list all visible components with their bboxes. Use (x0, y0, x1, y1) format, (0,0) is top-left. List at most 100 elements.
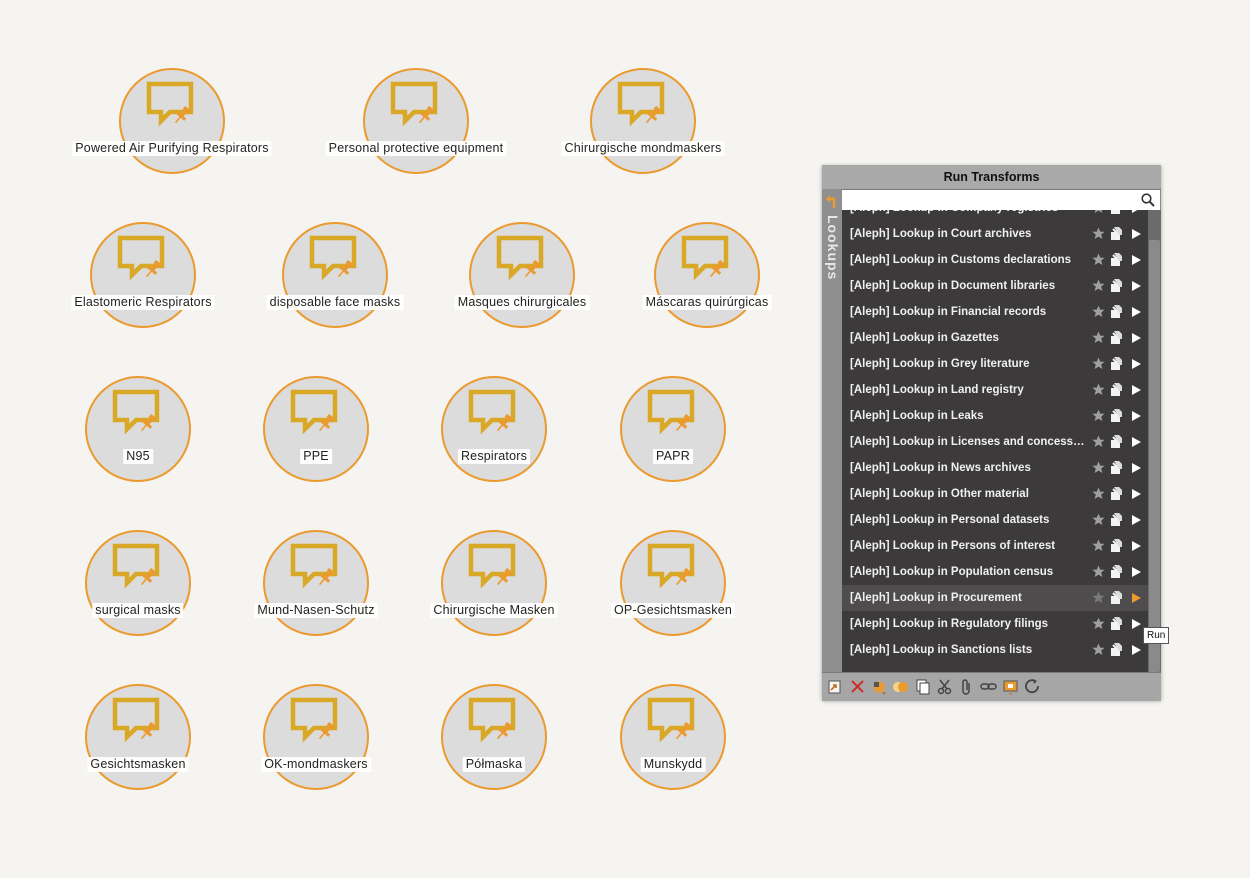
node-label[interactable]: Respirators (457, 449, 531, 464)
run-icon[interactable] (1132, 385, 1141, 395)
delete-icon[interactable] (849, 678, 866, 695)
node-label[interactable]: surgical masks (92, 603, 184, 618)
transform-label[interactable]: [Aleph] Lookup in News archives (850, 455, 1086, 481)
graph-node[interactable]: Personal protective equipment (325, 68, 507, 174)
transform-item[interactable]: [Aleph] Lookup in Customs declarations (842, 247, 1148, 273)
scrollbar[interactable] (1148, 210, 1161, 672)
link-icon[interactable] (980, 678, 997, 695)
transform-settings-icon[interactable] (1110, 252, 1124, 267)
transform-label[interactable]: [Aleph] Lookup in Company registries (850, 210, 1086, 221)
transform-label[interactable]: [Aleph] Lookup in Licenses and concessio… (850, 429, 1086, 455)
merge-icon[interactable] (892, 678, 909, 695)
transform-settings-icon[interactable] (1110, 512, 1124, 527)
attach-icon[interactable] (958, 678, 975, 695)
graph-node[interactable]: Máscaras quirúrgicas (642, 222, 772, 328)
star-icon[interactable] (1092, 539, 1105, 552)
graph-node[interactable]: Powered Air Purifying Respirators (72, 68, 272, 174)
transform-item[interactable]: [Aleph] Lookup in Licenses and concessio… (842, 429, 1148, 455)
transform-settings-icon[interactable] (1110, 382, 1124, 397)
refresh-icon[interactable] (1024, 678, 1041, 695)
transform-settings-icon[interactable] (1110, 226, 1124, 241)
transform-label[interactable]: [Aleph] Lookup in Sanctions lists (850, 637, 1086, 663)
graph-node[interactable]: PAPR (620, 376, 726, 482)
transform-item[interactable]: [Aleph] Lookup in Gazettes (842, 325, 1148, 351)
run-icon[interactable] (1132, 593, 1141, 603)
node-label[interactable]: Elastomeric Respirators (71, 295, 215, 310)
transform-settings-icon[interactable] (1110, 642, 1124, 657)
transform-item[interactable]: [Aleph] Lookup in Other material (842, 481, 1148, 507)
transform-label[interactable]: [Aleph] Lookup in Leaks (850, 403, 1086, 429)
transform-item[interactable]: [Aleph] Lookup in Personal datasets (842, 507, 1148, 533)
graph-node[interactable]: Chirurgische mondmaskers (561, 68, 725, 174)
cut-icon[interactable] (936, 678, 953, 695)
run-icon[interactable] (1132, 307, 1141, 317)
graph-node[interactable]: N95 (85, 376, 191, 482)
graph-node[interactable]: Elastomeric Respirators (71, 222, 215, 328)
transform-settings-icon[interactable] (1110, 304, 1124, 319)
lookups-side-tab[interactable]: Lookups (822, 189, 842, 672)
node-label[interactable]: Chirurgische Masken (430, 603, 558, 618)
transform-item[interactable]: [Aleph] Lookup in Sanctions lists (842, 637, 1148, 663)
transform-label[interactable]: [Aleph] Lookup in Grey literature (850, 351, 1086, 377)
run-icon[interactable] (1132, 619, 1141, 629)
transform-label[interactable]: [Aleph] Lookup in Gazettes (850, 325, 1086, 351)
transform-item[interactable]: [Aleph] Lookup in Regulatory filings (842, 611, 1148, 637)
search-input[interactable] (842, 190, 1144, 210)
graph-node[interactable]: OK-mondmaskers (261, 684, 371, 790)
star-icon[interactable] (1092, 461, 1105, 474)
transform-label[interactable]: [Aleph] Lookup in Land registry (850, 377, 1086, 403)
node-label[interactable]: Personal protective equipment (325, 141, 507, 156)
run-icon[interactable] (1132, 229, 1141, 239)
run-icon[interactable] (1132, 255, 1141, 265)
transform-settings-icon[interactable] (1110, 434, 1124, 449)
star-icon[interactable] (1092, 617, 1105, 630)
run-icon[interactable] (1132, 359, 1141, 369)
transform-label[interactable]: [Aleph] Lookup in Court archives (850, 221, 1086, 247)
transform-label[interactable]: [Aleph] Lookup in Customs declarations (850, 247, 1086, 273)
star-icon[interactable] (1092, 565, 1105, 578)
transform-item[interactable]: [Aleph] Lookup in News archives (842, 455, 1148, 481)
transform-settings-icon[interactable] (1110, 356, 1124, 371)
transform-settings-icon[interactable] (1110, 278, 1124, 293)
node-label[interactable]: Munskydd (640, 757, 706, 772)
run-icon[interactable] (1132, 515, 1141, 525)
run-icon[interactable] (1132, 281, 1141, 291)
transform-label[interactable]: [Aleph] Lookup in Regulatory filings (850, 611, 1086, 637)
graph-node[interactable]: disposable face masks (266, 222, 404, 328)
node-label[interactable]: PPE (300, 449, 332, 464)
color-icon[interactable] (870, 678, 887, 695)
node-label[interactable]: N95 (123, 449, 153, 464)
run-icon[interactable] (1132, 210, 1141, 213)
transform-item[interactable]: [Aleph] Lookup in Court archives (842, 221, 1148, 247)
star-icon[interactable] (1092, 435, 1105, 448)
transform-settings-icon[interactable] (1110, 564, 1124, 579)
transform-item[interactable]: [Aleph] Lookup in Document libraries (842, 273, 1148, 299)
transform-settings-icon[interactable] (1110, 616, 1124, 631)
run-icon[interactable] (1132, 489, 1141, 499)
star-icon[interactable] (1092, 279, 1105, 292)
transform-settings-icon[interactable] (1110, 486, 1124, 501)
graph-node[interactable]: Półmaska (441, 684, 547, 790)
graph-node[interactable]: Mund-Nasen-Schutz (254, 530, 378, 636)
transform-item[interactable]: [Aleph] Lookup in Company registries (842, 210, 1148, 221)
graph-node[interactable]: surgical masks (85, 530, 191, 636)
run-icon[interactable] (1132, 333, 1141, 343)
run-icon[interactable] (1132, 541, 1141, 551)
export-icon[interactable] (826, 678, 843, 695)
star-icon[interactable] (1092, 591, 1105, 604)
transform-item[interactable]: [Aleph] Lookup in Leaks (842, 403, 1148, 429)
node-label[interactable]: PAPR (653, 449, 693, 464)
star-icon[interactable] (1092, 253, 1105, 266)
node-label[interactable]: Chirurgische mondmaskers (561, 141, 725, 156)
transform-label[interactable]: [Aleph] Lookup in Procurement (850, 585, 1086, 611)
transform-label[interactable]: [Aleph] Lookup in Personal datasets (850, 507, 1086, 533)
graph-node[interactable]: Masques chirurgicales (454, 222, 590, 328)
graph-node[interactable]: OP-Gesichtsmasken (610, 530, 736, 636)
transform-label[interactable]: [Aleph] Lookup in Persons of interest (850, 533, 1086, 559)
transform-item[interactable]: [Aleph] Lookup in Financial records (842, 299, 1148, 325)
run-icon[interactable] (1132, 437, 1141, 447)
star-icon[interactable] (1092, 513, 1105, 526)
transform-settings-icon[interactable] (1110, 408, 1124, 423)
bookmark-icon[interactable] (1002, 678, 1019, 695)
graph-node[interactable]: Respirators (441, 376, 547, 482)
